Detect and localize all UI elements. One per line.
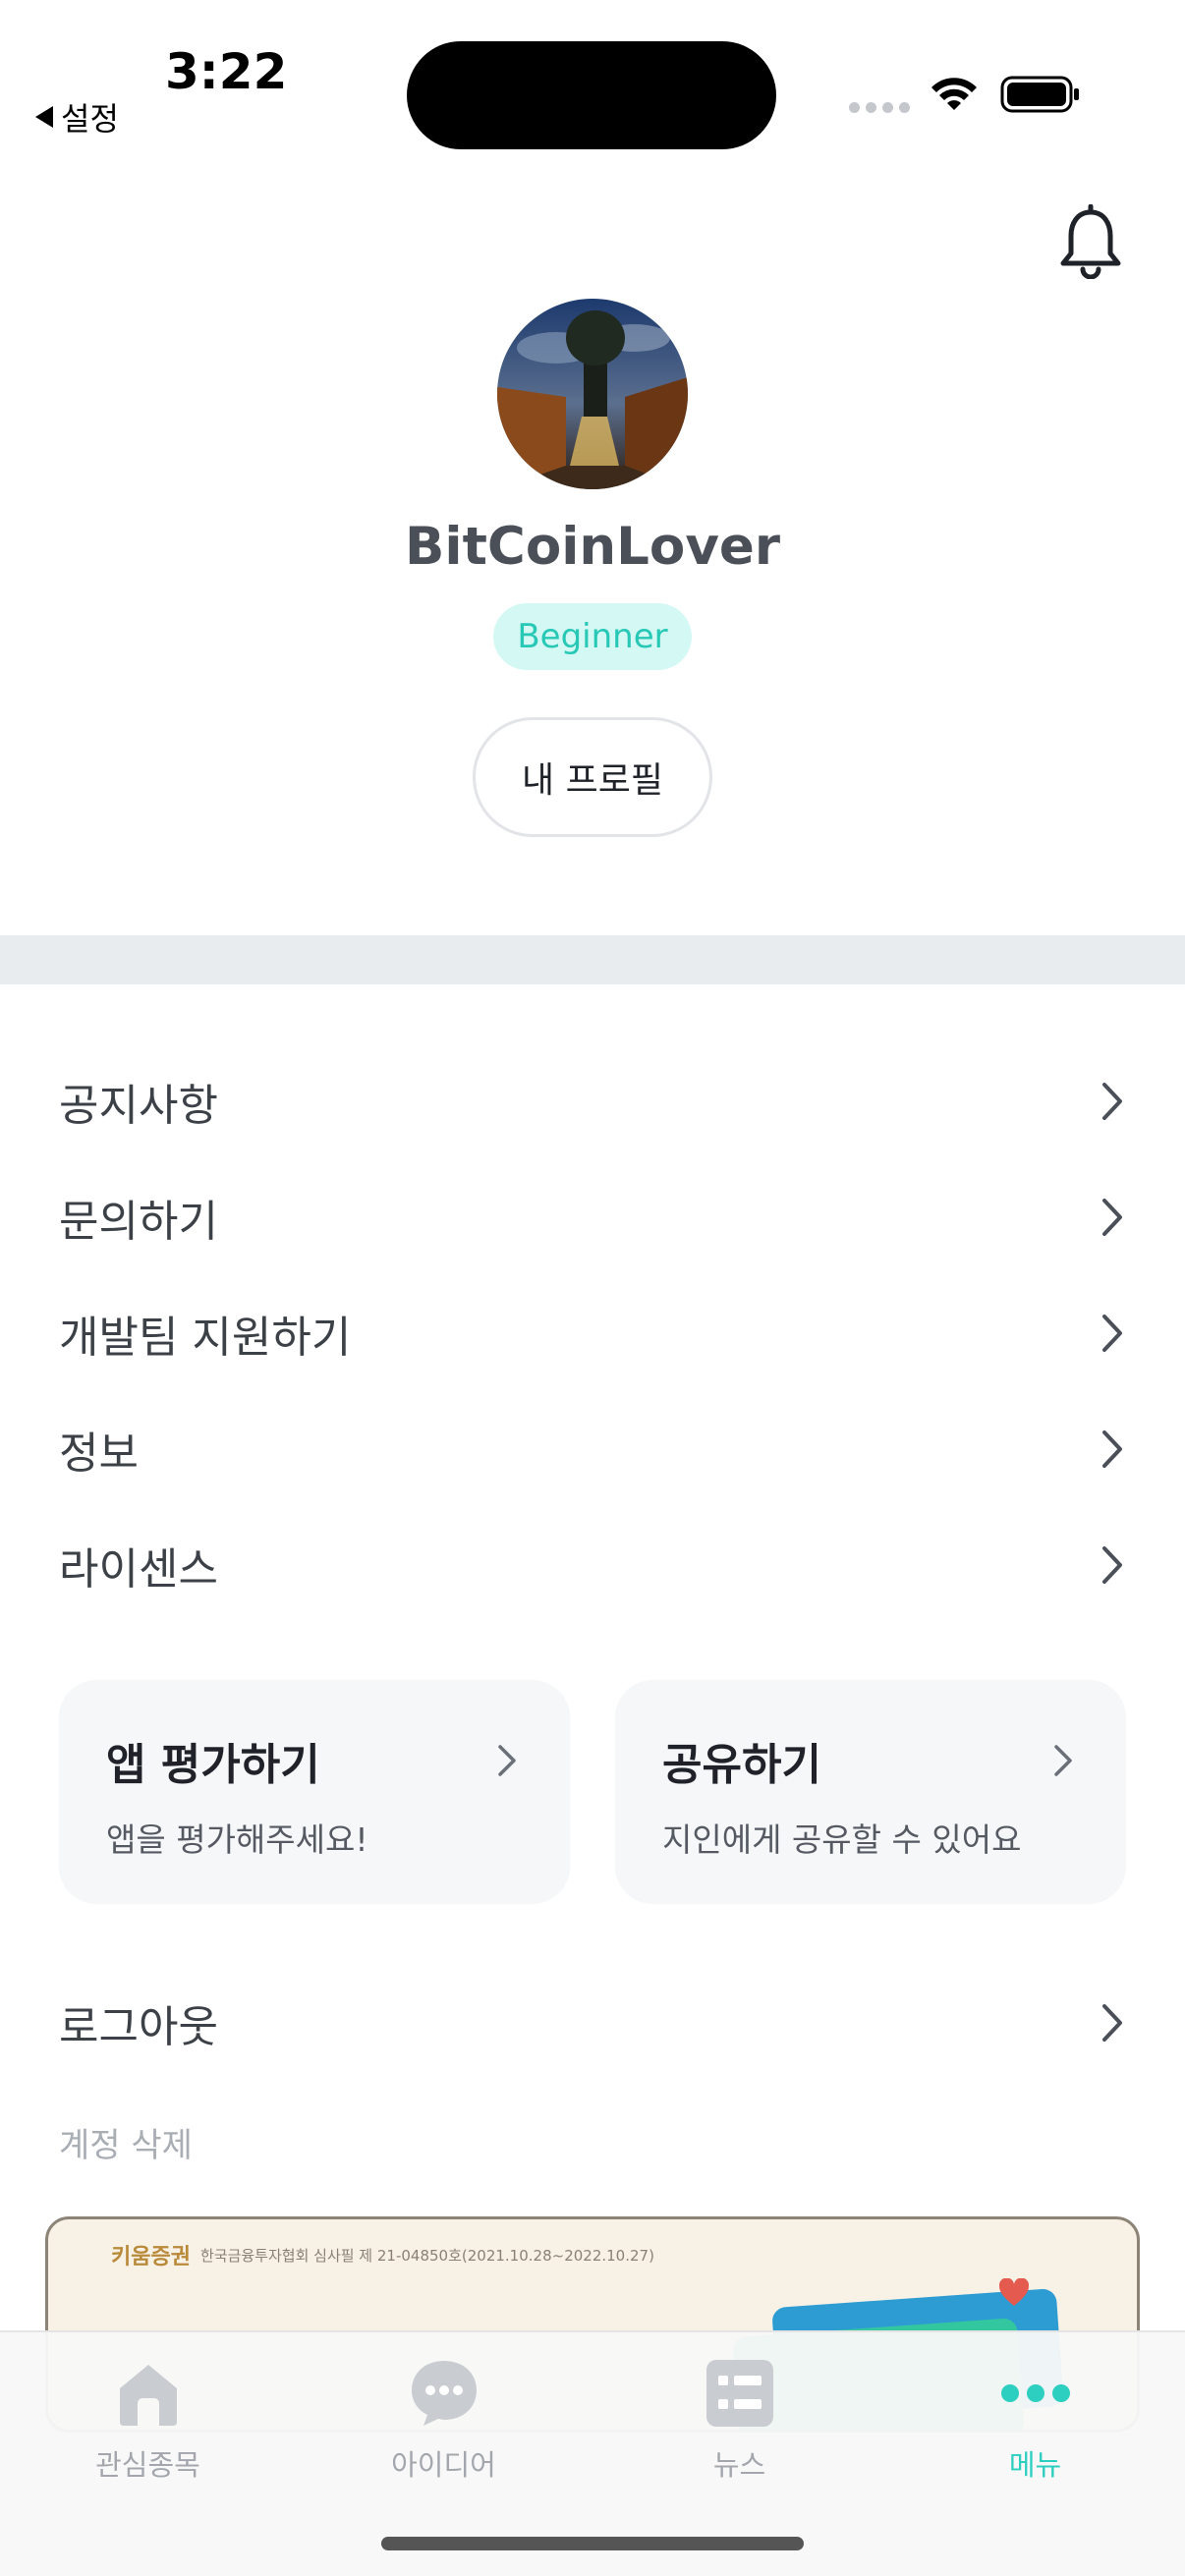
home-indicator [381, 2537, 804, 2550]
tab-watchlist[interactable]: 관심종목 [0, 2332, 296, 2490]
level-badge: Beginner [493, 603, 692, 670]
menu-item-label: 정보 [59, 1428, 139, 1479]
section-divider [0, 935, 1185, 984]
tab-label: 메뉴 [1008, 2448, 1062, 2482]
status-bar: 3:22 설정 [0, 0, 1185, 157]
chevron-right-icon [1102, 2004, 1122, 2042]
rate-app-card[interactable]: 앱 평가하기 앱을 평가해주세요! [59, 1680, 570, 1904]
chevron-right-icon [1102, 1315, 1122, 1352]
home-icon [119, 2365, 177, 2426]
menu-item-support-dev-team[interactable]: 개발팀 지원하기 [0, 1275, 1185, 1391]
avatar[interactable] [497, 299, 688, 489]
chevron-right-icon [1102, 1430, 1122, 1468]
chevron-right-icon [1102, 1083, 1122, 1120]
back-label: 설정 [61, 100, 119, 138]
rate-app-subtitle: 앱을 평가해주세요! [106, 1820, 368, 1859]
share-title: 공유하기 [662, 1740, 821, 1790]
news-icon [705, 2360, 773, 2427]
heart-icon [998, 2278, 1030, 2306]
status-time: 3:22 [165, 43, 288, 100]
share-subtitle: 지인에게 공유할 수 있어요 [662, 1820, 1022, 1859]
menu-list: 공지사항 문의하기 개발팀 지원하기 정보 라이센스 [0, 1043, 1185, 1623]
battery-icon [1000, 76, 1079, 113]
logout-button[interactable]: 로그아웃 [0, 1965, 1185, 2081]
notification-bell-icon[interactable] [1055, 204, 1126, 279]
menu-item-license[interactable]: 라이센스 [0, 1507, 1185, 1623]
tab-label: 뉴스 [712, 2448, 766, 2482]
tab-ideas[interactable]: 아이디어 [296, 2332, 592, 2490]
logout-label: 로그아웃 [59, 2002, 218, 2052]
action-cards: 앱 평가하기 앱을 평가해주세요! 공유하기 지인에게 공유할 수 있어요 [59, 1680, 1126, 1904]
more-icon [1000, 2384, 1070, 2402]
wifi-icon [931, 78, 977, 110]
tab-label: 관심종목 [95, 2448, 200, 2482]
my-profile-button[interactable]: 내 프로필 [473, 717, 712, 837]
menu-item-label: 개발팀 지원하기 [59, 1313, 352, 1363]
dynamic-island [407, 41, 776, 149]
rate-app-title: 앱 평가하기 [106, 1740, 320, 1790]
tab-label: 아이디어 [391, 2448, 496, 2482]
banner-brand: 키움증권 [111, 2245, 191, 2269]
menu-item-label: 라이센스 [59, 1544, 218, 1595]
banner-disclaimer: 한국금융투자협회 심사필 제 21-04850호(2021.10.28~2022… [199, 2246, 654, 2265]
tab-news[interactable]: 뉴스 [592, 2332, 887, 2490]
menu-item-inquiry[interactable]: 문의하기 [0, 1159, 1185, 1275]
menu-item-label: 공지사항 [59, 1081, 218, 1131]
menu-item-info[interactable]: 정보 [0, 1391, 1185, 1507]
menu-item-label: 문의하기 [59, 1197, 218, 1247]
tab-menu[interactable]: 메뉴 [887, 2332, 1183, 2490]
menu-item-notices[interactable]: 공지사항 [0, 1043, 1185, 1159]
chevron-right-icon [1102, 1546, 1122, 1584]
chevron-right-icon [1102, 1199, 1122, 1236]
back-to-settings-link[interactable]: 설정 [35, 94, 119, 140]
chat-icon [411, 2361, 477, 2426]
chevron-right-icon [498, 1745, 516, 1776]
username: BitCoinLover [405, 517, 780, 577]
share-card[interactable]: 공유하기 지인에게 공유할 수 있어요 [615, 1680, 1126, 1904]
back-triangle-icon [35, 106, 53, 128]
cellular-signal-icon [849, 102, 910, 113]
chevron-right-icon [1054, 1745, 1072, 1776]
delete-account-link[interactable]: 계정 삭제 [59, 2118, 193, 2166]
